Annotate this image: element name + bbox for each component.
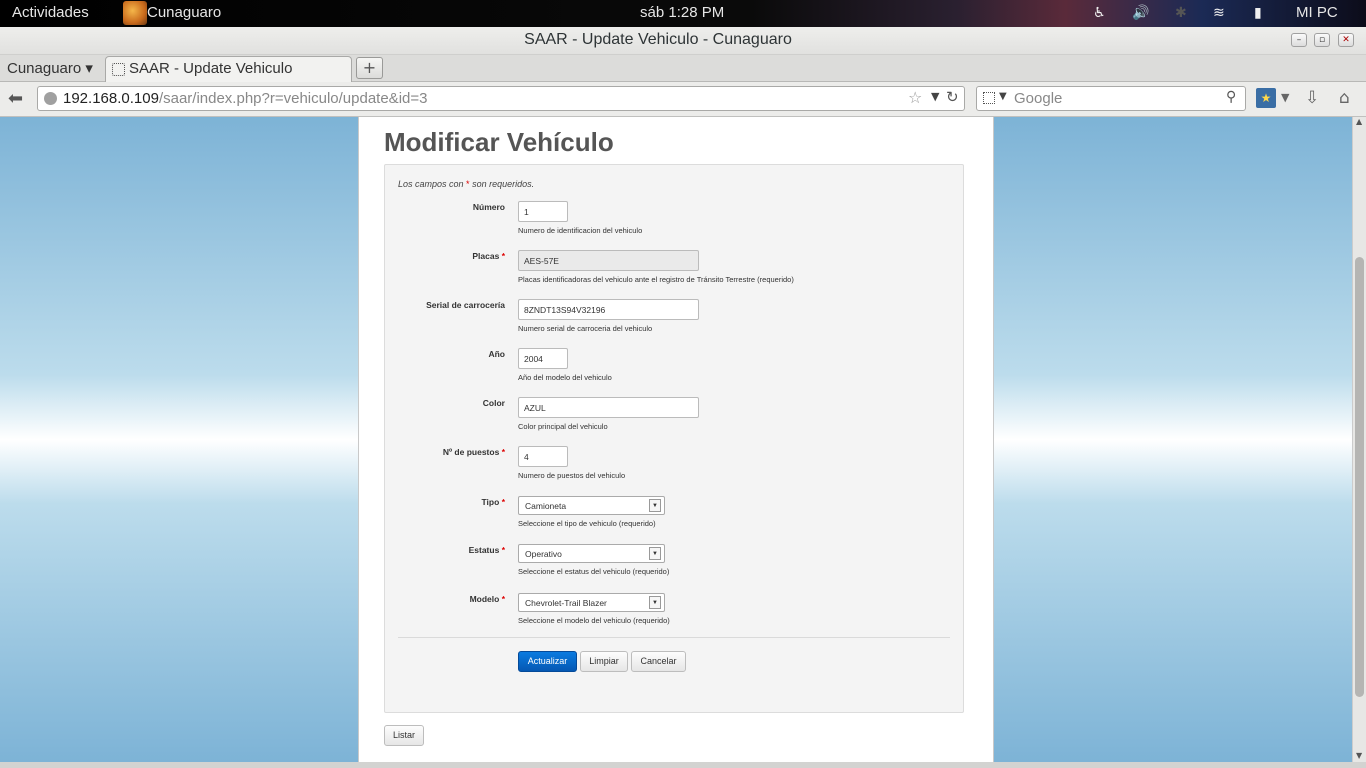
search-icon[interactable]: ⚲ (1226, 89, 1236, 105)
modelo-select[interactable]: Chevrolet-Trail Blazer ▼ (518, 593, 665, 612)
search-bar[interactable]: ▼ Google ⚲ (976, 86, 1246, 111)
search-placeholder: Google (1014, 90, 1063, 107)
chevron-down-icon: ▼ (649, 596, 661, 609)
reload-icon[interactable]: ↻ (946, 88, 959, 106)
bookmark-star-icon[interactable]: ☆ (908, 88, 922, 107)
back-arrow-icon[interactable]: ⬅ (8, 88, 23, 109)
tab-bar: Cunaguaro ▾ SAAR - Update Vehiculo + (0, 55, 1366, 82)
field-hint: Numero serial de carroceria del vehiculo (518, 324, 653, 333)
field-tipo: Tipo * Camioneta ▼ Seleccione el tipo de … (385, 496, 965, 544)
home-icon[interactable]: ⌂ (1339, 88, 1350, 108)
field-hint: Color principal del vehiculo (518, 422, 608, 431)
list-button[interactable]: Listar (384, 725, 424, 746)
field-label: Nº de puestos * (442, 447, 505, 457)
field-label: Serial de carrocería (426, 300, 505, 310)
system-top-bar: Actividades Cunaguaro sáb 1:28 PM ♿ 🔊 ✱ … (0, 0, 1366, 27)
search-engine-dropdown-icon[interactable]: ▼ (999, 91, 1007, 102)
url-text[interactable]: 192.168.0.109/saar/index.php?r=vehiculo/… (63, 90, 427, 107)
activities-button[interactable]: Actividades (12, 4, 89, 21)
bluetooth-icon[interactable]: ✱ (1175, 5, 1187, 21)
scroll-up-icon[interactable]: ▲ (1356, 117, 1362, 126)
cancel-button[interactable]: Cancelar (631, 651, 686, 672)
window-titlebar: SAAR - Update Vehiculo - Cunaguaro – ▫ ✕ (0, 27, 1366, 55)
field-modelo: Modelo * Chevrolet-Trail Blazer ▼ Selecci… (385, 593, 965, 641)
field-hint: Seleccione el modelo del vehiculo (reque… (518, 616, 670, 625)
field-hint: Numero de identificacion del vehiculo (518, 226, 643, 235)
bookmarks-icon[interactable]: ★ (1256, 88, 1276, 108)
accessibility-icon[interactable]: ♿ (1093, 5, 1106, 21)
volume-icon[interactable]: 🔊 (1132, 5, 1149, 21)
select-value: Operativo (525, 549, 562, 559)
field-puestos: Nº de puestos * 4 Numero de puestos del … (385, 446, 965, 494)
tab-label: SAAR - Update Vehiculo (129, 60, 293, 77)
new-tab-button[interactable]: + (356, 57, 383, 79)
navigation-bar: ⬅ 192.168.0.109/saar/index.php?r=vehicul… (0, 82, 1366, 117)
url-bar[interactable]: 192.168.0.109/saar/index.php?r=vehiculo/… (37, 86, 965, 111)
status-strip (0, 762, 1366, 768)
app-icon[interactable] (123, 1, 147, 25)
user-menu[interactable]: MI PC (1296, 4, 1338, 21)
estatus-select[interactable]: Operativo ▼ (518, 544, 665, 563)
minimize-button[interactable]: – (1291, 33, 1307, 47)
serial-input[interactable]: 8ZNDT13S94V32196 (518, 299, 699, 320)
chevron-down-icon: ▼ (649, 499, 661, 512)
maximize-button[interactable]: ▫ (1314, 33, 1330, 47)
field-hint: Placas identificadoras del vehiculo ante… (518, 275, 794, 284)
field-label: Color (482, 398, 505, 408)
bookmarks-dropdown-icon[interactable]: ▼ (1281, 91, 1289, 104)
field-label: Número (472, 202, 505, 212)
field-estatus: Estatus * Operativo ▼ Seleccione el estat… (385, 544, 965, 592)
field-label: Tipo * (481, 497, 505, 507)
form-divider (398, 637, 950, 638)
select-value: Chevrolet-Trail Blazer (525, 598, 607, 608)
required-note: Los campos con * son requeridos. (398, 179, 535, 189)
close-window-button[interactable]: ✕ (1338, 33, 1354, 47)
vehicle-form: Los campos con * son requeridos. Número … (384, 164, 964, 713)
field-numero: Número 1 Numero de identificacion del ve… (385, 201, 965, 249)
page-container: Modificar Vehículo Los campos con * son … (358, 117, 994, 762)
page-favicon-icon (112, 63, 125, 76)
field-serial: Serial de carrocería 8ZNDT13S94V32196 Nu… (385, 299, 965, 347)
update-button[interactable]: Actualizar (518, 651, 577, 672)
field-color: Color AZUL Color principal del vehiculo (385, 397, 965, 445)
field-label: Placas * (472, 251, 505, 261)
url-path: /saar/index.php?r=vehiculo/update&id=3 (158, 90, 428, 107)
numero-input[interactable]: 1 (518, 201, 568, 222)
puestos-input[interactable]: 4 (518, 446, 568, 467)
browser-content: Modificar Vehículo Los campos con * son … (0, 117, 1352, 762)
field-hint: Seleccione el estatus del vehiculo (requ… (518, 567, 670, 576)
url-host: 192.168.0.109 (63, 90, 159, 107)
scrollbar-thumb[interactable] (1355, 257, 1364, 697)
field-label: Estatus * (468, 545, 505, 555)
window-title: SAAR - Update Vehiculo - Cunaguaro (524, 31, 792, 48)
tab-active[interactable]: SAAR - Update Vehiculo (105, 56, 352, 82)
app-menu-name[interactable]: Cunaguaro (147, 4, 221, 21)
page-title: Modificar Vehículo (384, 127, 614, 157)
color-input[interactable]: AZUL (518, 397, 699, 418)
tab-group-menu[interactable]: Cunaguaro ▾ (7, 59, 93, 77)
chevron-down-icon: ▼ (649, 547, 661, 560)
field-hint: Numero de puestos del vehiculo (518, 471, 626, 480)
field-hint: Año del modelo del vehiculo (518, 373, 612, 382)
field-label: Modelo * (469, 594, 505, 604)
battery-icon[interactable]: ▮ (1254, 5, 1262, 21)
downloads-icon[interactable]: ⇩ (1305, 88, 1319, 108)
search-engine-icon[interactable] (983, 92, 995, 104)
clear-button[interactable]: Limpiar (580, 651, 628, 672)
field-anio: Año 2004 Año del modelo del vehiculo (385, 348, 965, 396)
select-value: Camioneta (525, 501, 567, 511)
tipo-select[interactable]: Camioneta ▼ (518, 496, 665, 515)
vertical-scrollbar[interactable]: ▲ ▼ (1352, 117, 1366, 762)
clock[interactable]: sáb 1:28 PM (640, 4, 724, 21)
wifi-icon[interactable]: ≋ (1213, 5, 1225, 21)
scroll-down-icon[interactable]: ▼ (1356, 751, 1362, 760)
anio-input[interactable]: 2004 (518, 348, 568, 369)
field-label: Año (488, 349, 505, 359)
url-dropdown-icon[interactable]: ▼ (931, 90, 939, 103)
placas-input[interactable]: AES-57E (518, 250, 699, 271)
site-identity-icon[interactable] (44, 92, 57, 105)
field-hint: Seleccione el tipo de vehiculo (requerid… (518, 519, 656, 528)
field-placas: Placas * AES-57E Placas identificadoras … (385, 250, 965, 298)
